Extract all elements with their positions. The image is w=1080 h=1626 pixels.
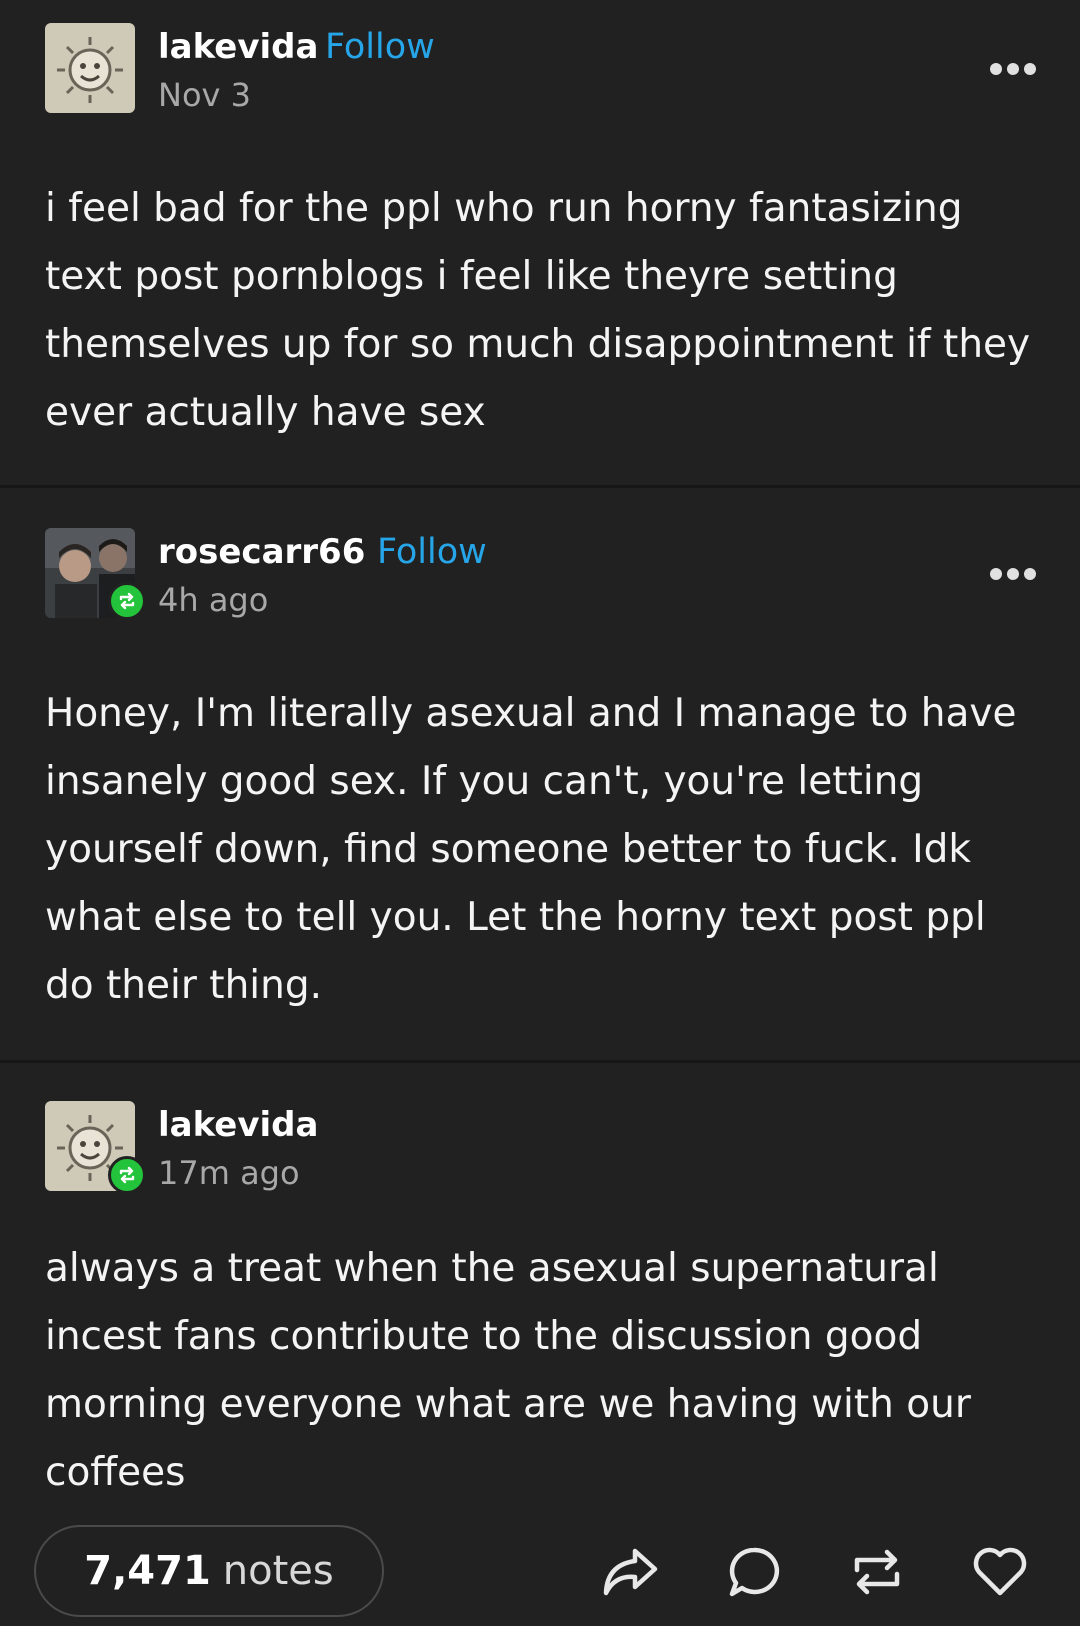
notes-button[interactable]: 7,471 notes — [34, 1525, 384, 1617]
share-icon[interactable] — [598, 1540, 662, 1604]
reblog-icon[interactable] — [845, 1540, 909, 1604]
post-text: always a treat when the asexual supernat… — [45, 1246, 971, 1495]
post-3: lakevida 17m ago always a treat when the… — [0, 1063, 1080, 1513]
notes-label: notes — [222, 1548, 334, 1594]
reblog-icon — [108, 1156, 146, 1194]
post-1: lakevida Follow Nov 3 i feel bad for the… — [0, 0, 1080, 485]
post-text: i feel bad for the ppl who run horny fan… — [45, 186, 1031, 435]
notes-count: 7,471 — [84, 1548, 211, 1594]
follow-button[interactable]: Follow — [377, 532, 487, 572]
sun-face-icon — [45, 23, 135, 113]
more-options-icon[interactable] — [990, 568, 1036, 580]
timestamp: 17m ago — [158, 1154, 300, 1192]
timestamp: Nov 3 — [158, 76, 251, 114]
comment-icon[interactable] — [722, 1540, 786, 1604]
reblog-icon — [108, 582, 146, 620]
username[interactable]: lakevida — [158, 27, 318, 67]
follow-button[interactable]: Follow — [325, 27, 435, 67]
more-options-icon[interactable] — [990, 63, 1036, 75]
timestamp: 4h ago — [158, 581, 269, 619]
heart-icon[interactable] — [968, 1540, 1032, 1604]
post-thread: { "posts": [ { "username": "lakevida", "… — [0, 0, 1080, 1626]
post-2: rosecarr66 Follow 4h ago Honey, I'm lite… — [0, 488, 1080, 1060]
username[interactable]: lakevida — [158, 1105, 318, 1145]
avatar[interactable] — [45, 23, 135, 113]
post-text: Honey, I'm literally asexual and I manag… — [45, 691, 1017, 1008]
username[interactable]: rosecarr66 — [158, 532, 365, 572]
